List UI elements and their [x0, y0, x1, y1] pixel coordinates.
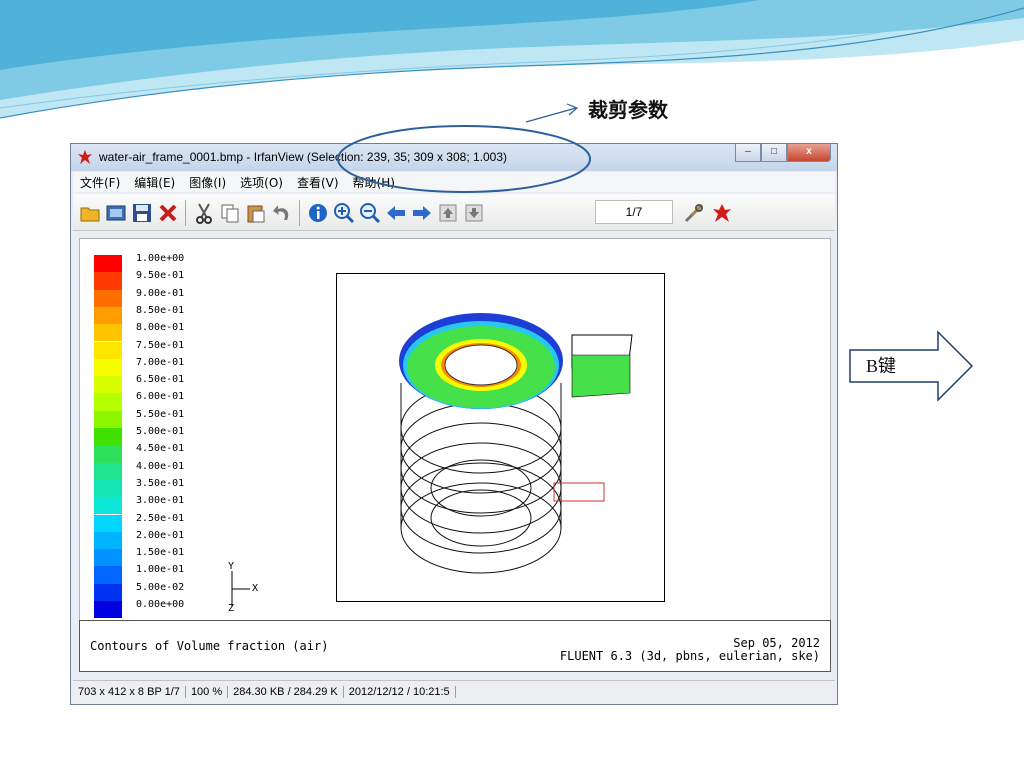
legend-swatch	[94, 410, 122, 428]
legend-swatch	[94, 514, 122, 532]
legend-swatch	[94, 549, 122, 567]
legend-label: 5.00e-02	[136, 581, 185, 593]
legend-swatch	[94, 497, 122, 515]
legend-label: 5.00e-01	[136, 426, 185, 437]
zoom-in-icon[interactable]	[333, 202, 355, 224]
decorative-wave-header	[0, 0, 1024, 119]
minimize-button[interactable]: –	[735, 144, 761, 162]
legend-swatch	[94, 583, 122, 601]
legend-label: 4.00e-01	[136, 460, 185, 472]
legend-label: 1.50e-01	[136, 547, 185, 559]
axis-y-label: Y	[228, 561, 235, 572]
legend-swatch	[94, 462, 122, 480]
legend-swatch	[94, 479, 122, 498]
legend-swatch	[94, 289, 122, 307]
legend-label: 3.50e-01	[136, 477, 185, 489]
legend-swatch	[94, 341, 122, 359]
contour-render	[336, 273, 665, 602]
prev-arrow-icon[interactable]	[385, 202, 407, 224]
open-folder-icon[interactable]	[79, 202, 101, 224]
legend-swatch	[94, 255, 122, 273]
toolbar-separator	[185, 200, 186, 226]
legend-swatch	[94, 566, 122, 584]
legend-label: 1.00e-01	[136, 564, 185, 576]
status-bar: 703 x 412 x 8 BP 1/7 100 % 284.30 KB / 2…	[73, 680, 835, 703]
toolbar-separator	[299, 200, 300, 226]
status-file-size: 284.30 KB / 284.29 K	[228, 686, 344, 698]
legend-label: 5.50e-01	[136, 408, 185, 420]
settings-icon[interactable]	[683, 202, 705, 224]
legend-swatch	[94, 306, 122, 325]
legend-swatch	[94, 428, 122, 446]
legend-label: 0.00e+00	[136, 599, 185, 610]
legend-swatch	[94, 272, 122, 290]
undo-icon[interactable]	[271, 202, 293, 224]
legend-label: 2.00e-01	[136, 529, 185, 541]
cut-icon[interactable]	[193, 202, 215, 224]
zoom-out-icon[interactable]	[359, 202, 381, 224]
legend-label: 9.00e-01	[136, 287, 185, 299]
first-page-icon[interactable]	[437, 202, 459, 224]
caption-solver: FLUENT 6.3 (3d, pbns, eulerian, ske)	[559, 649, 820, 663]
menu-file[interactable]: 文件(F)	[73, 174, 127, 191]
status-datetime: 2012/12/12 / 10:21:5	[344, 686, 456, 698]
legend-label: 7.50e-01	[136, 339, 185, 351]
slideshow-icon[interactable]	[105, 202, 127, 224]
caption-box: Contours of Volume fraction (air) Sep 05…	[79, 620, 831, 672]
legend-swatch	[94, 376, 122, 394]
legend-swatch	[94, 358, 122, 377]
legend-label: 9.50e-01	[136, 270, 185, 282]
b-key-label: B键	[866, 356, 897, 376]
legend-swatch	[94, 445, 122, 463]
legend-label: 2.50e-01	[136, 512, 185, 524]
info-icon[interactable]	[307, 202, 329, 224]
caption-title: Contours of Volume fraction (air)	[90, 639, 329, 653]
legend-swatch	[94, 531, 122, 550]
crop-parameters-annotation: 裁剪参数	[588, 98, 668, 122]
toolbar: 1/7	[73, 194, 835, 231]
legend-label: 8.00e-01	[136, 322, 185, 334]
legend-swatch	[94, 393, 122, 411]
menu-image[interactable]: 图像(I)	[182, 174, 233, 191]
next-arrow-icon[interactable]	[411, 202, 433, 224]
legend-label: 6.00e-01	[136, 391, 185, 403]
axis-z-label: Z	[228, 603, 235, 614]
legend-label: 8.50e-01	[136, 304, 185, 316]
close-button[interactable]: x	[787, 144, 831, 162]
legend-label: 3.00e-01	[136, 495, 185, 507]
legend-swatch	[94, 324, 122, 342]
paste-icon[interactable]	[245, 202, 267, 224]
maximize-button[interactable]: □	[761, 144, 787, 162]
legend-label: 6.50e-01	[136, 374, 185, 386]
irfanview-window: water-air_frame_0001.bmp - IrfanView (Se…	[70, 143, 838, 705]
save-icon[interactable]	[131, 202, 153, 224]
irfanview-app-icon[interactable]	[77, 149, 93, 165]
copy-icon[interactable]	[219, 202, 241, 224]
caption-info: Sep 05, 2012 FLUENT 6.3 (3d, pbns, euler…	[560, 637, 820, 663]
status-image-info: 703 x 412 x 8 BP 1/7	[73, 686, 186, 698]
last-page-icon[interactable]	[463, 202, 485, 224]
legend-label: 4.50e-01	[136, 443, 185, 455]
status-zoom: 100 %	[186, 686, 229, 698]
menu-edit[interactable]: 编辑(E)	[127, 174, 182, 191]
legend-label: 1.00e+00	[136, 253, 185, 264]
delete-icon[interactable]	[157, 202, 179, 224]
legend-swatch	[94, 601, 122, 619]
selection-highlight-ellipse	[337, 125, 591, 193]
axis-x-label: X	[252, 583, 259, 594]
irfanview-logo-icon[interactable]	[711, 202, 733, 224]
menu-options[interactable]: 选项(O)	[233, 174, 290, 191]
image-canvas[interactable]: 1.00e+00 9.50e-01 9.00e-01 8.50e-01 8.00e-01…	[79, 238, 831, 672]
legend-label: 7.00e-01	[136, 356, 185, 368]
page-indicator[interactable]: 1/7	[595, 200, 673, 224]
